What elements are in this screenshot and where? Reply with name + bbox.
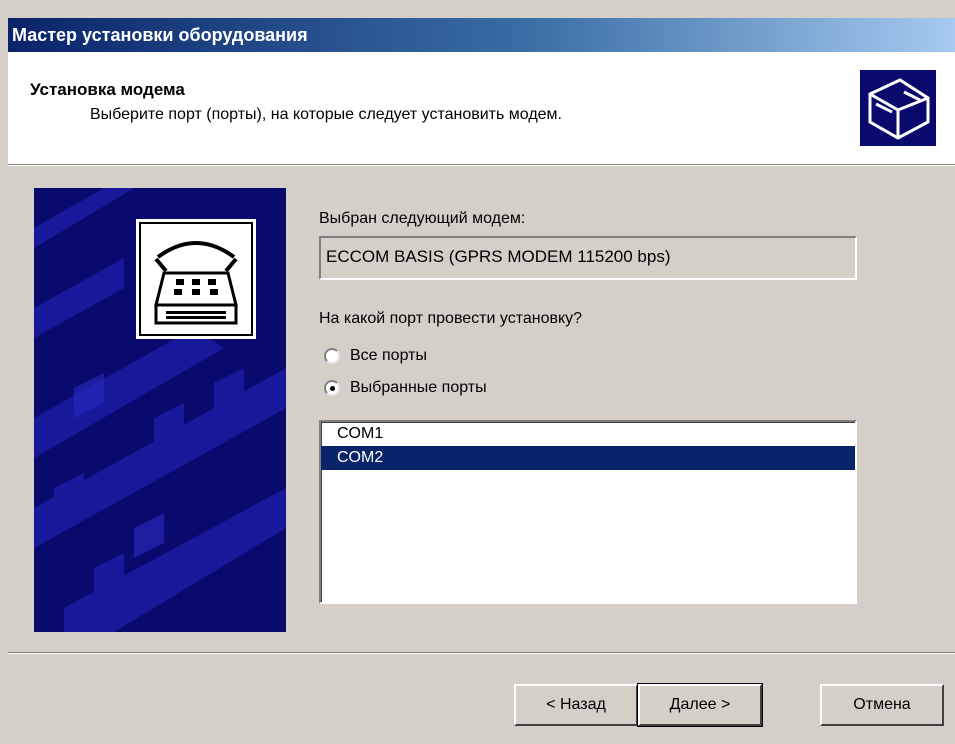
window-title: Мастер установки оборудования (8, 18, 955, 52)
page-title: Установка модема (30, 80, 185, 99)
next-button[interactable]: Далее > (637, 683, 763, 727)
telephone-modem-icon (136, 219, 256, 339)
back-button[interactable]: < Назад (514, 684, 638, 726)
port-question-label: На какой порт провести установку? (319, 310, 583, 327)
radio-button[interactable] (324, 348, 340, 364)
wizard-header: Установка модема Выберите порт (порты), … (8, 52, 955, 164)
list-item-com2[interactable]: COM2 (321, 446, 855, 470)
radio-selected-ports[interactable]: Выбранные порты (324, 377, 487, 399)
ports-listbox[interactable]: COM1 COM2 (319, 420, 857, 604)
radio-selected-ports-label: Выбранные порты (350, 379, 487, 396)
cancel-button[interactable]: Отмена (820, 684, 944, 726)
list-item-com1[interactable]: COM1 (321, 422, 855, 446)
page-subtitle: Выберите порт (порты), на которые следуе… (90, 106, 562, 123)
radio-all-ports-label: Все порты (350, 347, 427, 364)
modem-name-field: ECCOM BASIS (GPRS MODEM 115200 bps) (319, 236, 857, 280)
modem-label: Выбран следующий модем: (319, 210, 526, 227)
hardware-icon (860, 70, 936, 146)
radio-all-ports[interactable]: Все порты (324, 345, 427, 367)
wizard-side-graphic (34, 188, 286, 632)
radio-button-checked[interactable] (324, 380, 340, 396)
